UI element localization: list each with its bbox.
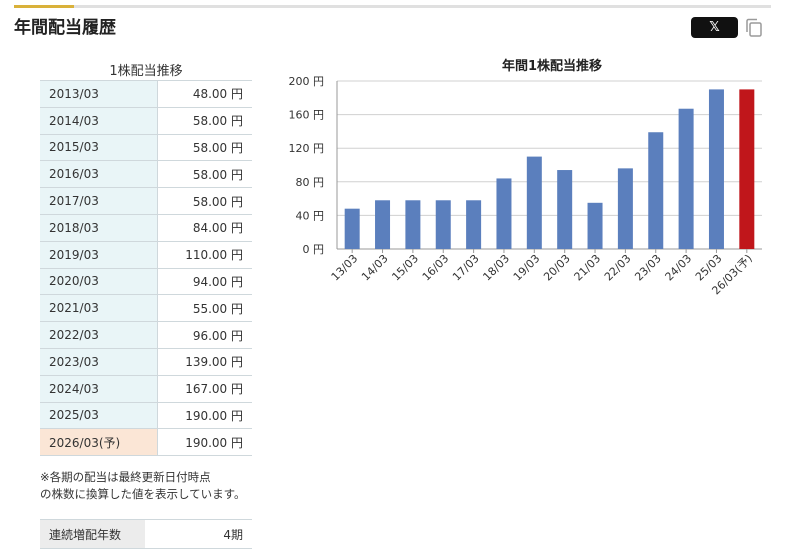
row-year: 2025/03 bbox=[40, 402, 158, 430]
header-rule-accent bbox=[14, 5, 74, 8]
bar bbox=[648, 132, 664, 249]
bar bbox=[617, 168, 633, 249]
x-tick-label: 19/03 bbox=[511, 252, 543, 284]
table-row: 2026/03(予) 190.00 円 bbox=[40, 428, 252, 457]
table-row: 2015/03 58.00 円 bbox=[40, 134, 252, 162]
row-dividend: 58.00 円 bbox=[157, 134, 252, 162]
row-year: 2013/03 bbox=[40, 80, 158, 108]
table-row: 2019/03 110.00 円 bbox=[40, 241, 252, 269]
copy-icon[interactable] bbox=[744, 17, 764, 39]
streak-label: 連続増配年数 bbox=[40, 520, 145, 548]
x-tick-label: 13/03 bbox=[329, 252, 361, 284]
x-logo-icon: 𝕏 bbox=[709, 20, 720, 35]
table-row: 2020/03 94.00 円 bbox=[40, 268, 252, 296]
x-tick-label: 16/03 bbox=[420, 252, 452, 284]
row-year: 2015/03 bbox=[40, 134, 158, 162]
row-dividend: 167.00 円 bbox=[157, 375, 252, 403]
row-dividend: 94.00 円 bbox=[157, 268, 252, 296]
table-row: 2021/03 55.00 円 bbox=[40, 294, 252, 323]
x-tick-label: 17/03 bbox=[450, 252, 482, 284]
x-tick-label: 22/03 bbox=[602, 252, 634, 284]
bar bbox=[435, 200, 451, 249]
row-dividend: 48.00 円 bbox=[157, 80, 252, 108]
y-tick-label: 80 円 bbox=[296, 176, 325, 189]
row-year: 2020/03 bbox=[40, 268, 158, 296]
row-dividend: 58.00 円 bbox=[157, 160, 252, 189]
x-tick-label: 14/03 bbox=[359, 252, 391, 284]
table-row: 2025/03 190.00 円 bbox=[40, 402, 252, 430]
table-row: 2017/03 58.00 円 bbox=[40, 187, 252, 215]
row-year: 2019/03 bbox=[40, 241, 158, 269]
bar bbox=[678, 108, 694, 249]
row-dividend: 110.00 円 bbox=[157, 241, 252, 269]
table-row: 2013/03 48.00 円 bbox=[40, 80, 252, 108]
table-footnote: ※各期の配当は最終更新日付時点 の株数に換算した値を表示しています。 bbox=[40, 470, 246, 501]
table-row: 2018/03 84.00 円 bbox=[40, 214, 252, 242]
dividend-bar-chart: 0 円 40 円 80 円 120 円 160 円 200 円 13/0314/0315/0… bbox=[289, 75, 762, 297]
x-tick-label: 18/03 bbox=[480, 252, 512, 284]
row-dividend: 96.00 円 bbox=[157, 321, 252, 349]
row-dividend: 139.00 円 bbox=[157, 348, 252, 376]
x-tick-label: 20/03 bbox=[541, 252, 573, 284]
row-year: 2023/03 bbox=[40, 348, 158, 376]
row-dividend: 84.00 円 bbox=[157, 214, 252, 242]
row-year: 2017/03 bbox=[40, 187, 158, 215]
dividend-table-caption: 1株配当推移 bbox=[109, 64, 183, 79]
table-row: 2023/03 139.00 円 bbox=[40, 348, 252, 376]
y-tick-label: 0 円 bbox=[303, 243, 325, 256]
y-tick-label: 120 円 bbox=[289, 142, 325, 155]
y-tick-label: 40 円 bbox=[296, 209, 325, 222]
row-dividend: 58.00 円 bbox=[157, 107, 252, 135]
bar bbox=[344, 208, 360, 249]
bar bbox=[466, 200, 482, 249]
bar bbox=[405, 200, 421, 249]
bar bbox=[526, 156, 542, 249]
page-title: 年間配当履歴 bbox=[14, 18, 116, 38]
y-tick-label: 200 円 bbox=[289, 75, 325, 88]
streak-value: 4期 bbox=[223, 527, 243, 542]
x-tick-label: 24/03 bbox=[663, 252, 695, 284]
dividend-table: 2013/03 48.00 円 2014/03 58.00 円 2015/03 58.00… bbox=[40, 80, 252, 457]
bar bbox=[375, 200, 391, 249]
row-year: 2021/03 bbox=[40, 294, 158, 323]
bar bbox=[739, 89, 755, 250]
table-row: 2014/03 58.00 円 bbox=[40, 107, 252, 135]
table-row: 2022/03 96.00 円 bbox=[40, 321, 252, 349]
x-share-button[interactable]: 𝕏 bbox=[691, 17, 738, 38]
x-tick-label: 15/03 bbox=[389, 252, 421, 284]
bar bbox=[587, 202, 603, 249]
x-tick-label: 21/03 bbox=[572, 252, 604, 284]
row-dividend: 190.00 円 bbox=[157, 428, 252, 457]
bar bbox=[496, 178, 512, 249]
row-year: 2026/03(予) bbox=[40, 428, 158, 457]
row-year: 2016/03 bbox=[40, 160, 158, 189]
row-dividend: 55.00 円 bbox=[157, 294, 252, 323]
x-tick-label: 23/03 bbox=[632, 252, 664, 284]
bar bbox=[557, 170, 573, 249]
row-dividend: 190.00 円 bbox=[157, 402, 252, 430]
consecutive-increase-row: 連続増配年数 4期 bbox=[40, 519, 252, 549]
row-year: 2018/03 bbox=[40, 214, 158, 242]
table-row: 2024/03 167.00 円 bbox=[40, 375, 252, 403]
row-year: 2022/03 bbox=[40, 321, 158, 349]
row-year: 2024/03 bbox=[40, 375, 158, 403]
y-tick-label: 160 円 bbox=[289, 109, 325, 122]
table-row: 2016/03 58.00 円 bbox=[40, 160, 252, 189]
row-dividend: 58.00 円 bbox=[157, 187, 252, 215]
row-year: 2014/03 bbox=[40, 107, 158, 135]
header-rule bbox=[14, 5, 771, 8]
bar bbox=[708, 89, 724, 250]
